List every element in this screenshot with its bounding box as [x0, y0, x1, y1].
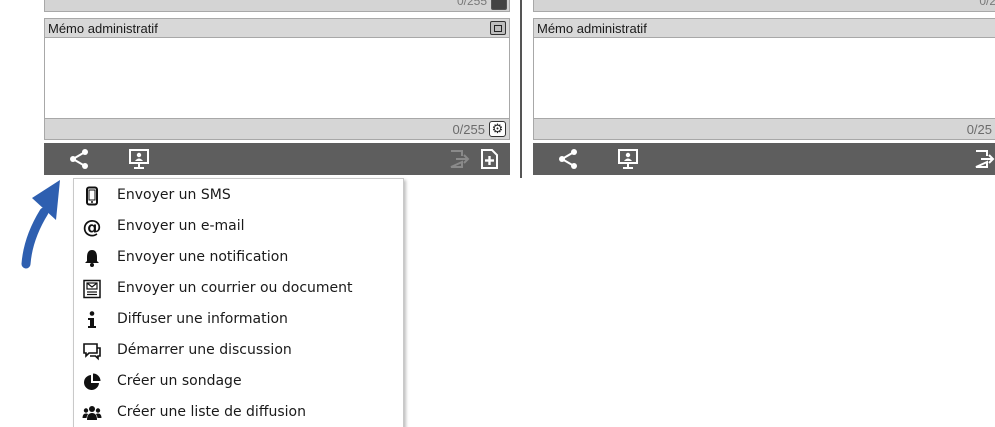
memo-title: Mémo administratif	[48, 21, 158, 36]
share-icon[interactable]	[557, 148, 579, 170]
menu-item-start-discussion[interactable]: Démarrer une discussion	[74, 336, 403, 366]
share-icon[interactable]	[68, 148, 90, 170]
stage: 0/255 Mémo administratif 0/255 ⚙ 0/2 Mém…	[0, 0, 995, 427]
memo-title: Mémo administratif	[537, 21, 647, 36]
pointer-arrow-icon	[21, 180, 60, 269]
panel-toolbar	[44, 143, 510, 175]
previous-gear-icon[interactable]	[491, 0, 507, 10]
export-icon[interactable]	[448, 148, 470, 170]
panel-toolbar	[533, 143, 995, 175]
mobile-phone-icon	[82, 186, 102, 206]
menu-item-broadcast-information[interactable]: Diffuser une information	[74, 305, 403, 335]
letter-document-icon	[82, 279, 102, 299]
at-sign-icon: @	[82, 216, 102, 238]
menu-item-send-letter[interactable]: Envoyer un courrier ou document	[74, 274, 403, 304]
menu-item-label: Envoyer un SMS	[117, 187, 231, 203]
add-document-icon[interactable]	[478, 148, 500, 170]
menu-item-send-notification[interactable]: Envoyer une notification	[74, 243, 403, 273]
menu-item-label: Envoyer une notification	[117, 249, 289, 265]
menu-item-label: Envoyer un e-mail	[117, 218, 245, 234]
users-group-icon	[82, 403, 102, 423]
memo-textarea[interactable]	[533, 38, 995, 118]
menu-item-label: Diffuser une information	[117, 311, 288, 327]
memo-char-counter: 0/255	[452, 122, 485, 137]
menu-item-label: Créer un sondage	[117, 373, 242, 389]
previous-field-footer: 0/255	[44, 0, 510, 12]
export-icon[interactable]	[973, 148, 995, 170]
memo-textarea[interactable]	[44, 38, 510, 118]
info-icon	[82, 310, 102, 330]
menu-item-label: Envoyer un courrier ou document	[117, 280, 353, 296]
edit-memo-icon[interactable]	[490, 21, 506, 35]
memo-header: Mémo administratif	[44, 18, 510, 38]
gear-icon[interactable]: ⚙	[489, 121, 506, 137]
menu-item-label: Créer une liste de diffusion	[117, 404, 306, 420]
bell-icon	[82, 248, 102, 268]
previous-field-footer: 0/2	[533, 0, 995, 12]
menu-item-create-mailing-list[interactable]: Créer une liste de diffusion	[74, 398, 403, 427]
right-panel: 0/2 Mémo administratif 0/25	[533, 0, 995, 178]
previous-char-counter: 0/2	[979, 0, 995, 8]
menu-item-label: Démarrer une discussion	[117, 342, 292, 358]
menu-item-create-poll[interactable]: Créer un sondage	[74, 367, 403, 397]
chat-bubble-icon	[82, 341, 102, 361]
memo-footer: 0/25	[533, 118, 995, 140]
presentation-icon[interactable]	[617, 148, 639, 170]
memo-header: Mémo administratif	[533, 18, 995, 38]
previous-char-counter: 0/255	[456, 0, 487, 8]
menu-item-send-email[interactable]: @ Envoyer un e-mail	[74, 212, 403, 242]
share-context-menu: Envoyer un SMS @ Envoyer un e-mail Envoy…	[73, 178, 404, 427]
menu-item-send-sms[interactable]: Envoyer un SMS	[74, 181, 403, 211]
left-panel: 0/255 Mémo administratif 0/255 ⚙	[44, 0, 510, 178]
pie-chart-icon	[82, 372, 102, 392]
presentation-icon[interactable]	[128, 148, 150, 170]
memo-footer: 0/255 ⚙	[44, 118, 510, 140]
panel-divider	[520, 0, 522, 178]
memo-char-counter: 0/25	[966, 122, 992, 137]
